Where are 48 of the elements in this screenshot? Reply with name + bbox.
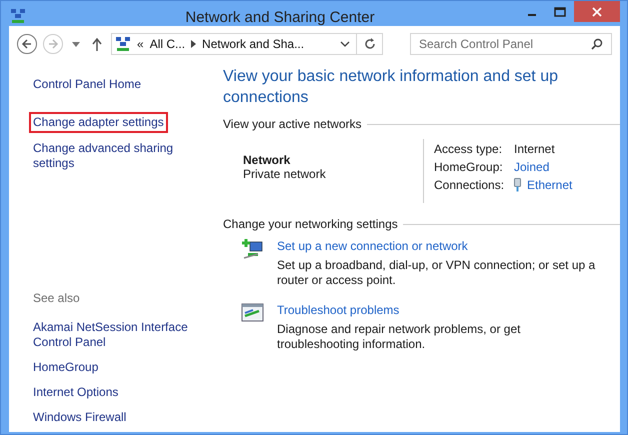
- close-button[interactable]: [574, 1, 620, 22]
- network-icon: [10, 8, 26, 24]
- window-title: Network and Sharing Center: [184, 9, 376, 26]
- address-bar[interactable]: « All C... Network and Sha...: [111, 33, 357, 55]
- task-description: Diagnose and repair network problems, or get troubleshooting information.: [277, 322, 522, 352]
- close-icon: [592, 6, 602, 16]
- overflow-chevron[interactable]: «: [137, 37, 144, 51]
- sidebar-link[interactable]: Control Panel Home: [29, 74, 146, 95]
- task-link[interactable]: Troubleshoot problems: [277, 303, 400, 317]
- see-also-link[interactable]: Windows Firewall: [29, 407, 130, 428]
- troubleshoot-window-icon: [241, 303, 265, 323]
- network-type: Private network: [243, 167, 327, 181]
- sidebar-link[interactable]: Change advanced sharing settings: [29, 138, 197, 174]
- page-heading: View your basic network information and set up connections: [223, 67, 559, 108]
- task-description: Set up a broadband, dial-up, or VPN connection; or set up a router or access point.: [277, 258, 596, 288]
- property-link[interactable]: Joined: [514, 160, 550, 174]
- see-also-link[interactable]: Akamai NetSession Interface Control Panel: [29, 317, 192, 353]
- search-icon: [591, 38, 603, 50]
- network-name: Network: [243, 153, 292, 167]
- back-arrow-icon: [21, 38, 33, 50]
- breadcrumb[interactable]: Network and Sha...: [202, 37, 304, 51]
- forward-arrow-icon: [47, 38, 59, 50]
- breadcrumb[interactable]: All C...: [150, 37, 186, 51]
- search-field[interactable]: Search Control Panel: [410, 33, 612, 55]
- network-icon: [115, 36, 131, 52]
- network-computer-icon: [241, 239, 265, 261]
- dropdown-caret-icon[interactable]: [72, 42, 80, 46]
- ethernet-plug-icon: [514, 178, 521, 192]
- back-button[interactable]: [17, 34, 37, 54]
- see-also-link[interactable]: HomeGroup: [29, 357, 102, 378]
- refresh-button[interactable]: [357, 33, 383, 55]
- property-value: Internet: [514, 142, 555, 156]
- task-link[interactable]: Set up a new connection or network: [277, 239, 468, 253]
- refresh-icon: [364, 38, 376, 50]
- see-also-link[interactable]: Internet Options: [29, 382, 122, 403]
- sidebar-link[interactable]: Change adapter settings: [29, 112, 168, 133]
- connection-link[interactable]: Ethernet: [527, 178, 572, 192]
- minimize-icon: [528, 14, 536, 16]
- separator-arrow-icon[interactable]: [191, 40, 196, 48]
- section-title: View your active networks: [223, 117, 362, 131]
- see-also-heading: See also: [33, 291, 81, 305]
- property-label: Access type:: [434, 142, 504, 156]
- section-title: Change your networking settings: [223, 217, 398, 231]
- up-arrow-icon[interactable]: [92, 38, 102, 50]
- chevron-down-icon[interactable]: [340, 41, 350, 47]
- property-label: HomeGroup:: [434, 160, 504, 174]
- property-label: Connections:: [434, 178, 506, 192]
- maximize-icon: [554, 6, 566, 16]
